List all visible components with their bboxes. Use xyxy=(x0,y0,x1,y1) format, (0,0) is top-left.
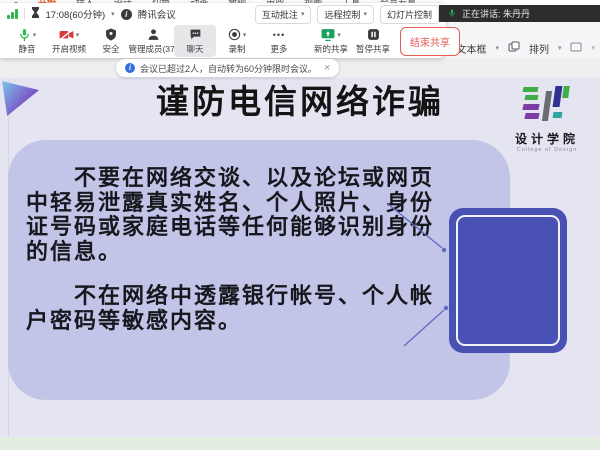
remote-control-label: 远程控制 xyxy=(324,8,360,21)
blue-placeholder-panel xyxy=(449,208,567,353)
manage-members-label: 管理成员(37) xyxy=(128,43,177,55)
ribbon-textbox-button[interactable]: 文本框 xyxy=(456,41,486,56)
chevron-down-icon: ▾ xyxy=(301,10,305,18)
slide-canvas: 谨防电信网络诈骗 设计学院 College of Design 不要在网络交谈、… xyxy=(0,78,600,437)
network-signal-icon xyxy=(7,9,18,19)
slide-paragraph-2: 不在网络中透露银行帐号、个人帐户密码等敏感内容。 xyxy=(26,284,434,336)
info-icon: i xyxy=(125,63,135,73)
chevron-down-icon[interactable]: ▾ xyxy=(591,44,595,52)
pause-icon xyxy=(367,27,380,42)
microphone-icon: ▾ xyxy=(18,27,37,42)
chevron-down-icon[interactable]: ▾ xyxy=(337,31,341,39)
record-icon: ▾ xyxy=(228,27,247,42)
info-icon: i xyxy=(121,9,132,20)
start-video-label: 开启视频 xyxy=(52,43,86,55)
record-button[interactable]: ▾ 录制 xyxy=(216,25,258,57)
college-logo: 设计学院 College of Design xyxy=(504,86,590,153)
slide-control-label: 幻灯片控制 xyxy=(387,8,432,21)
security-button[interactable]: 安全 xyxy=(90,25,132,57)
more-button[interactable]: ••• 更多 xyxy=(258,25,300,57)
record-label: 录制 xyxy=(228,43,245,55)
notification-text: 会议已超过2人，自动转为60分钟限时会议。 xyxy=(140,62,317,75)
more-icon: ••• xyxy=(273,27,285,42)
arrange-icon xyxy=(508,41,520,56)
meeting-app-name: 腾讯会议 xyxy=(138,7,176,21)
annotate-button[interactable]: 互动批注 ▾ xyxy=(255,5,312,24)
slide-control-button[interactable]: 幻灯片控制 xyxy=(380,5,439,24)
pause-share-label: 暂停共享 xyxy=(356,43,390,55)
annotate-label: 互动批注 xyxy=(262,8,298,21)
more-label: 更多 xyxy=(270,43,287,55)
screen: ▾ 开始 插入 设计 切换 动画 放映 审阅 视图 工具 会员专享 ▾ A 文本… xyxy=(0,0,600,450)
chevron-down-icon[interactable]: ▾ xyxy=(243,31,247,39)
manage-members-button[interactable]: 管理成员(37) xyxy=(132,25,174,57)
chevron-down-icon[interactable]: ▾ xyxy=(111,10,115,18)
chevron-down-icon[interactable]: ▾ xyxy=(495,44,499,52)
end-share-button[interactable]: 结束共享 xyxy=(400,27,460,56)
slide-paragraph-1: 不要在网络交谈、以及论坛或网页中轻易泄露真实姓名、个人照片、身份证号码或家庭电话… xyxy=(26,166,434,266)
chat-button[interactable]: 聊天 xyxy=(174,25,216,57)
meeting-toolbar: 17:08(60分钟) ▾ i 腾讯会议 互动批注 ▾ 远程控制 ▾ 幻灯片控制… xyxy=(0,3,446,58)
chat-label: 聊天 xyxy=(186,43,203,55)
person-icon xyxy=(147,27,160,42)
panel-inner-border xyxy=(456,215,560,346)
new-share-button[interactable]: ▾ 新的共享 xyxy=(310,25,352,57)
logo-subtitle: College of Design xyxy=(504,147,590,153)
chat-bubble-icon xyxy=(189,27,202,42)
meeting-toolbar-top-row: 17:08(60分钟) ▾ i 腾讯会议 互动批注 ▾ 远程控制 ▾ 幻灯片控制 xyxy=(0,3,446,25)
ribbon-arrange-button[interactable]: 排列 xyxy=(529,41,549,56)
pause-share-button[interactable]: 暂停共享 xyxy=(352,25,394,57)
logo-title: 设计学院 xyxy=(504,130,590,147)
speaking-text: 正在讲话: 朱丹丹 xyxy=(462,7,530,20)
start-video-button[interactable]: ▾ 开启视频 xyxy=(48,25,90,57)
chevron-down-icon[interactable]: ▾ xyxy=(33,31,37,39)
chevron-down-icon[interactable]: ▾ xyxy=(558,44,562,52)
triangle-decoration xyxy=(2,81,39,116)
mute-label: 静音 xyxy=(18,43,35,55)
hourglass-icon xyxy=(31,7,40,21)
logo-glyph xyxy=(523,86,571,126)
slide-title: 谨防电信网络诈骗 xyxy=(100,82,500,122)
chevron-down-icon: ▾ xyxy=(363,10,367,18)
meeting-toolbar-bottom-row: ▾ 静音 ▾ 开启视频 安全 管理成员( xyxy=(0,25,446,57)
close-icon[interactable]: × xyxy=(324,62,330,74)
microphone-icon xyxy=(448,8,456,20)
remote-control-button[interactable]: 远程控制 ▾ xyxy=(317,5,374,24)
meeting-timer[interactable]: 17:08(60分钟) xyxy=(46,7,106,21)
meeting-notification: i 会议已超过2人，自动转为60分钟限时会议。 × xyxy=(116,59,339,77)
slide-size-icon[interactable] xyxy=(570,41,582,56)
bottom-strip xyxy=(0,437,600,450)
divider xyxy=(24,8,25,20)
share-screen-icon: ▾ xyxy=(321,27,341,42)
chevron-down-icon[interactable]: ▾ xyxy=(76,31,80,39)
camera-off-icon: ▾ xyxy=(59,27,80,42)
security-label: 安全 xyxy=(102,43,119,55)
new-share-label: 新的共享 xyxy=(314,43,348,55)
speaking-banner: 正在讲话: 朱丹丹 xyxy=(439,5,600,22)
mute-button[interactable]: ▾ 静音 xyxy=(6,25,48,57)
shield-icon xyxy=(105,27,117,42)
